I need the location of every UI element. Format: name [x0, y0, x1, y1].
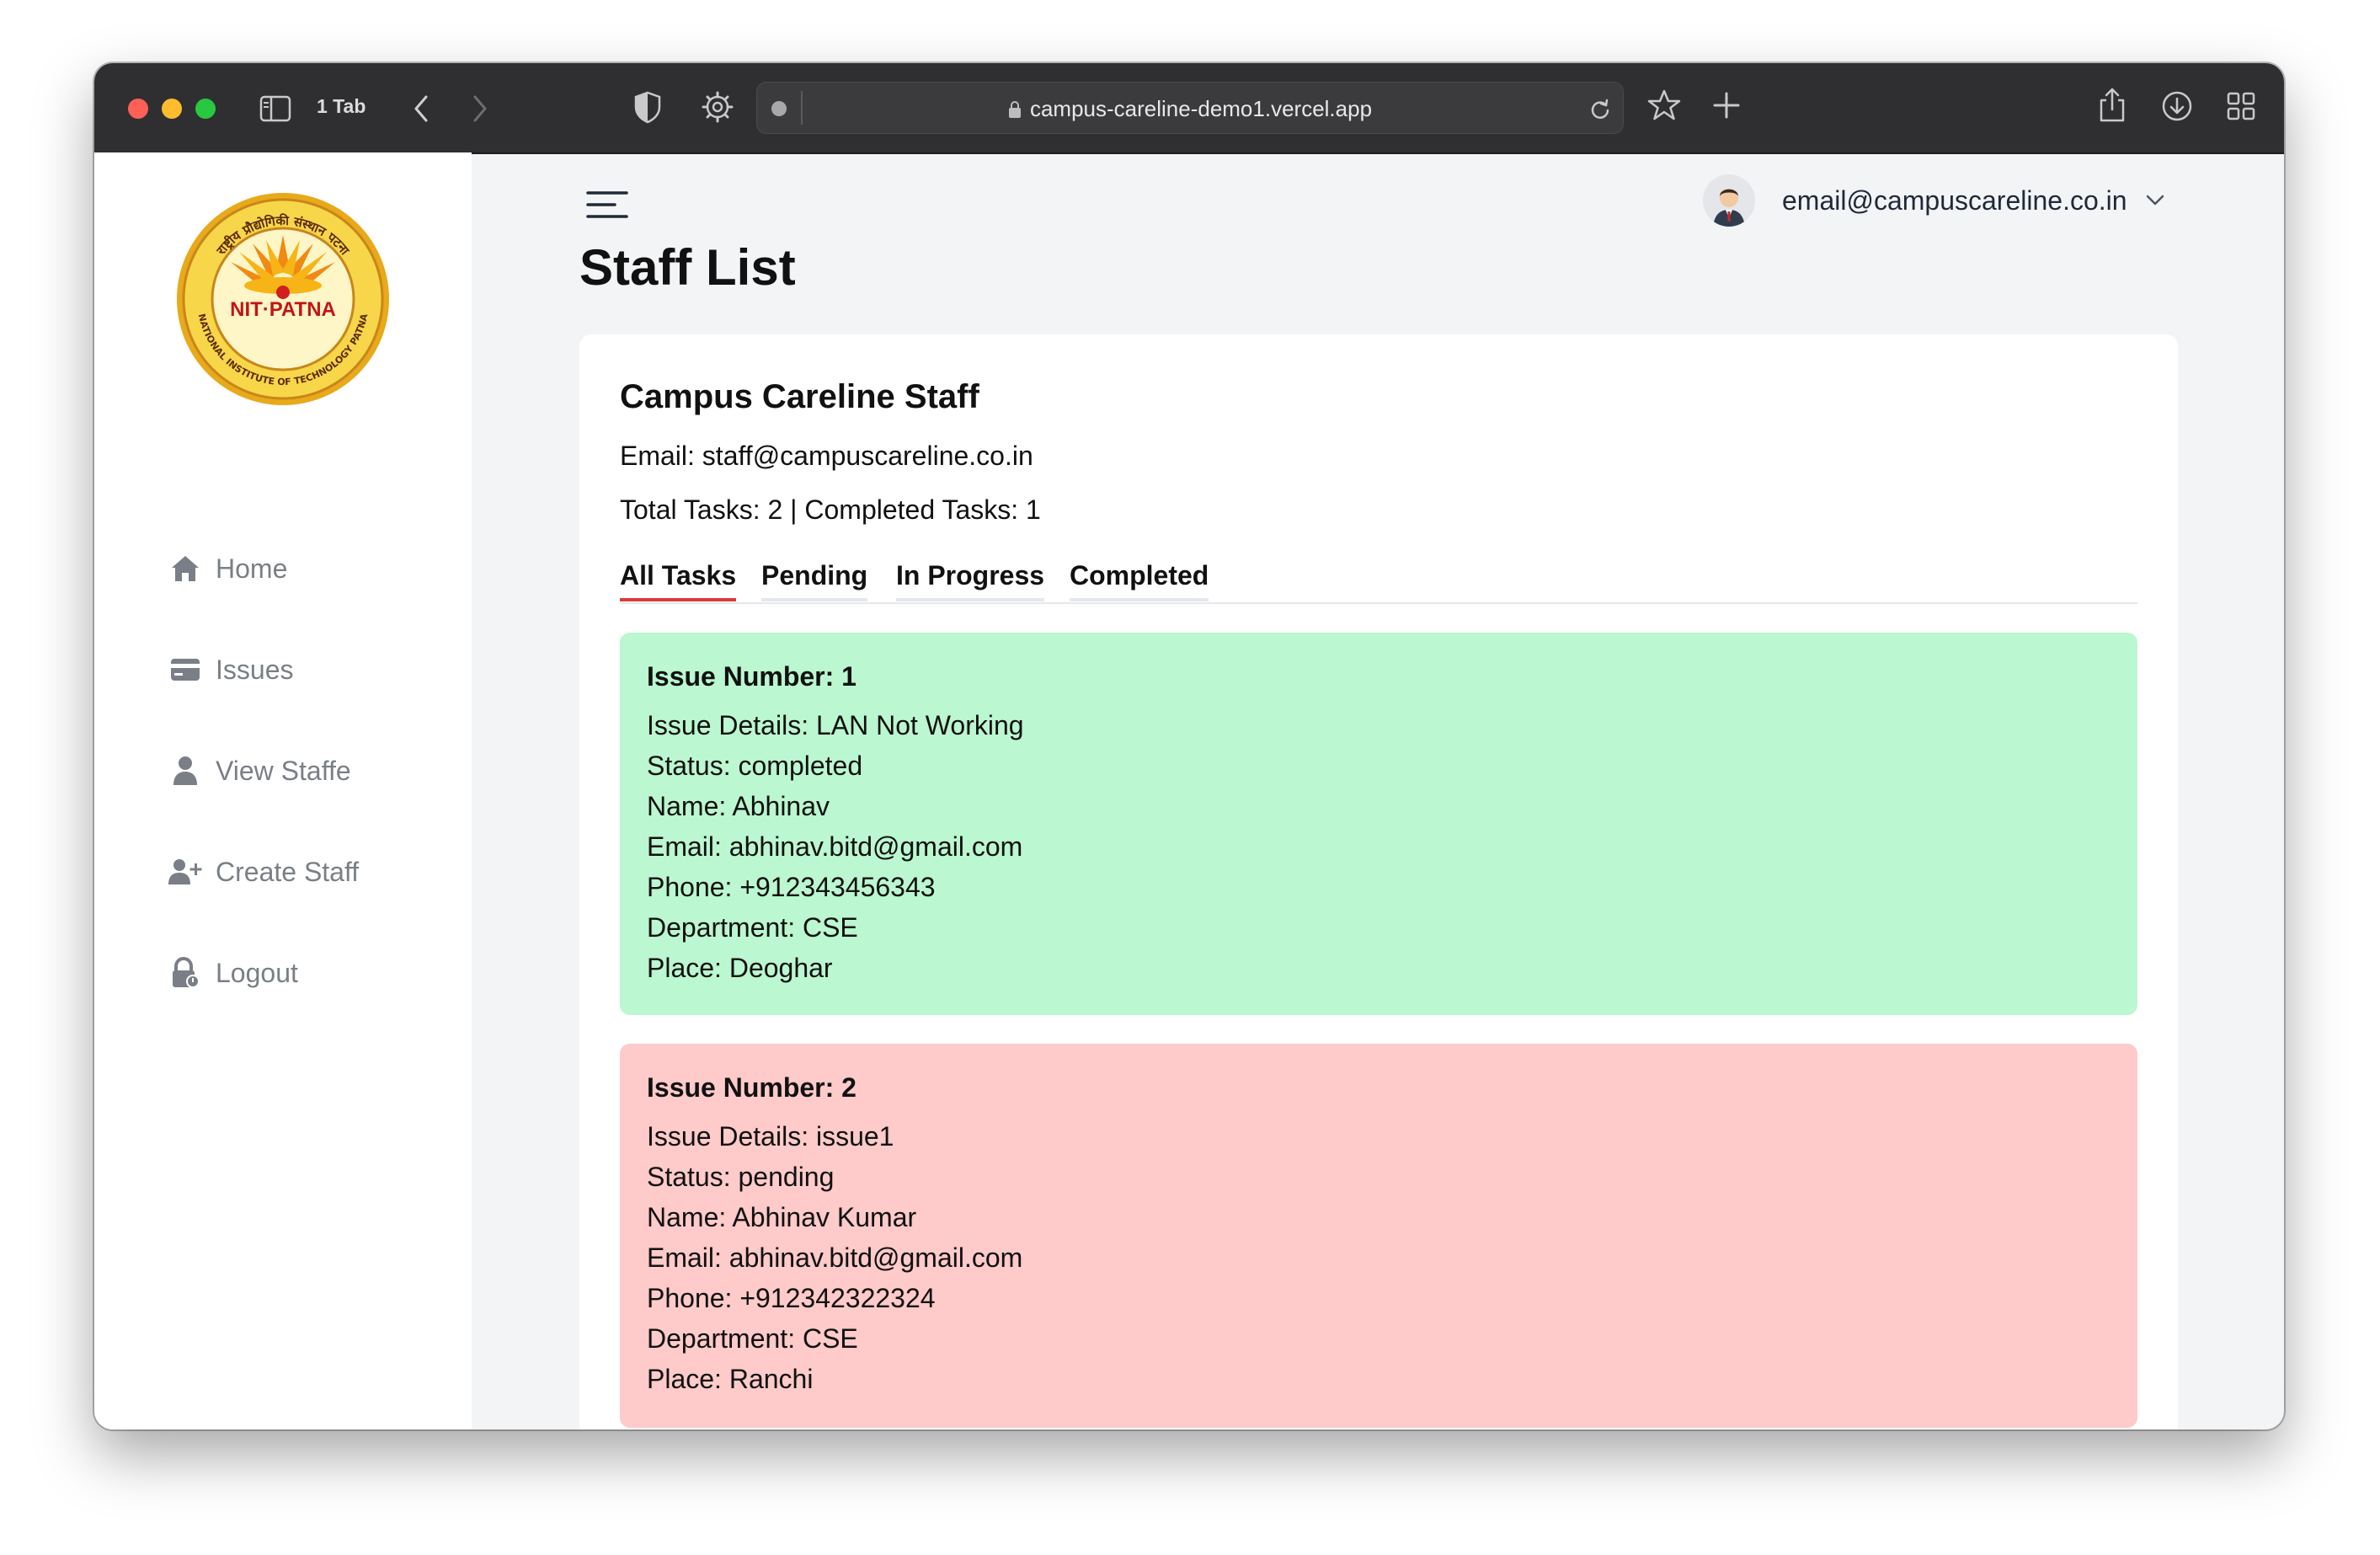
user-email[interactable]: email@campuscareline.co.in [1782, 185, 2127, 216]
share-icon[interactable] [2097, 87, 2127, 124]
issue-status: Status: pending [647, 1162, 835, 1192]
issue-name: Name: Abhinav [647, 791, 830, 821]
sidebar-item-logout[interactable]: Logout [168, 948, 298, 998]
tab-in-progress[interactable]: In Progress [896, 560, 1045, 601]
address-bar[interactable]: campus-careline-demo1.vercel.app [756, 82, 1624, 134]
close-window-button[interactable] [128, 99, 148, 119]
main-content: email@campuscareline.co.in Staff List Ca… [472, 152, 2284, 1429]
staff-name: Campus Careline Staff [620, 378, 979, 415]
downloads-icon[interactable] [2161, 90, 2193, 122]
reload-icon[interactable] [1589, 98, 1611, 120]
browser-toolbar: 1 Tab campus-careline-demo1.vercel.app [94, 63, 2284, 154]
tab-all-tasks[interactable]: All Tasks [620, 560, 737, 601]
sidebar-item-label: Create Staff [216, 856, 360, 887]
home-icon [168, 552, 202, 585]
issue-number: Issue Number: 2 [647, 1072, 856, 1103]
page-title: Staff List [579, 239, 796, 296]
url-text[interactable]: campus-careline-demo1.vercel.app [757, 96, 1623, 122]
issue-email: Email: abhinav.bitd@gmail.com [647, 1242, 1023, 1273]
logo-nit-patna-text: NIT·PATNA [230, 298, 336, 321]
issue-department: Department: CSE [647, 912, 858, 943]
lock-icon [168, 956, 202, 990]
user-menu[interactable]: email@campuscareline.co.in [1703, 174, 2164, 227]
issue-place: Place: Deoghar [647, 953, 833, 983]
issue-card[interactable]: Issue Number: 1 Issue Details: LAN Not W… [620, 633, 2137, 1015]
chevron-down-icon[interactable] [2146, 195, 2164, 206]
task-tabs: All Tasks Pending In Progress Completed [620, 560, 2137, 604]
card-icon [168, 653, 202, 687]
forward-icon[interactable] [470, 94, 490, 124]
tab-count[interactable]: 1 Tab [317, 95, 366, 118]
settings-gear-icon[interactable] [701, 90, 734, 124]
issue-email: Email: abhinav.bitd@gmail.com [647, 831, 1023, 862]
nit-patna-logo[interactable]: राष्ट्रीय प्रौद्योगिकी संस्थान पटना NATI… [175, 191, 391, 407]
issue-name: Name: Abhinav Kumar [647, 1202, 917, 1232]
issue-card[interactable]: Issue Number: 2 Issue Details: issue1 St… [620, 1044, 2137, 1428]
issue-status: Status: completed [647, 751, 863, 781]
tab-completed[interactable]: Completed [1070, 560, 1209, 601]
bookmark-star-icon[interactable] [1647, 88, 1681, 122]
issue-place: Place: Ranchi [647, 1364, 814, 1394]
sidebar: राष्ट्रीय प्रौद्योगिकी संस्थान पटना NATI… [94, 152, 472, 1429]
issue-details: Issue Details: issue1 [647, 1121, 894, 1152]
issue-number: Issue Number: 1 [647, 661, 856, 692]
sidebar-item-label: View Staffe [216, 755, 351, 786]
url-label: campus-careline-demo1.vercel.app [1029, 96, 1373, 121]
menu-toggle-icon[interactable] [586, 188, 628, 222]
sidebar-item-issues[interactable]: Issues [168, 644, 293, 695]
sidebar-item-create-staff[interactable]: Create Staff [168, 847, 359, 897]
back-icon[interactable] [411, 94, 431, 124]
staff-email: Email: staff@campuscareline.co.in [620, 441, 1033, 471]
lock-icon [1008, 101, 1021, 118]
zoom-window-button[interactable] [195, 99, 216, 119]
browser-window: 1 Tab campus-careline-demo1.vercel.app र… [94, 63, 2284, 1429]
issue-details: Issue Details: LAN Not Working [647, 710, 1024, 740]
issue-phone: Phone: +912343456343 [647, 872, 936, 902]
shield-icon[interactable] [633, 90, 662, 124]
sidebar-toggle-icon[interactable] [259, 95, 291, 122]
minimize-window-button[interactable] [162, 99, 182, 119]
sidebar-item-label: Logout [216, 957, 298, 988]
user-plus-icon [168, 855, 202, 889]
issue-phone: Phone: +912342322324 [647, 1283, 936, 1313]
sidebar-item-view-staffe[interactable]: View Staffe [168, 745, 351, 796]
sidebar-item-label: Issues [216, 654, 294, 685]
staff-card: Campus Careline Staff Email: staff@campu… [579, 334, 2178, 1429]
sidebar-item-label: Home [216, 553, 288, 584]
task-summary: Total Tasks: 2 | Completed Tasks: 1 [620, 494, 1041, 525]
tab-pending[interactable]: Pending [761, 560, 868, 601]
issue-department: Department: CSE [647, 1323, 858, 1354]
tab-overview-icon[interactable] [2227, 92, 2255, 120]
user-icon [168, 754, 202, 788]
avatar[interactable] [1703, 174, 1755, 227]
new-tab-icon[interactable] [1711, 90, 1742, 120]
sidebar-item-home[interactable]: Home [168, 543, 287, 594]
